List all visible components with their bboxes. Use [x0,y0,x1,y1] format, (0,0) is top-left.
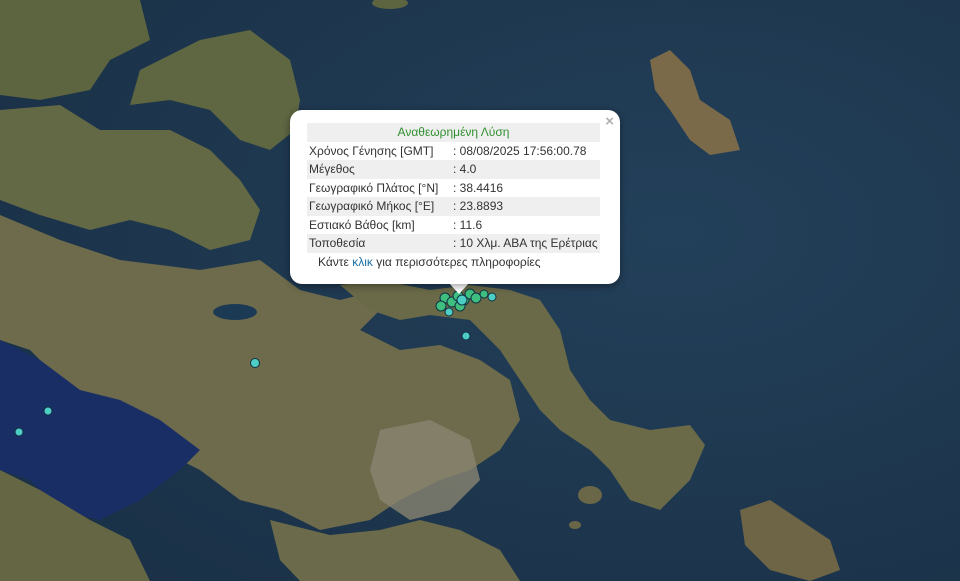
info-row-depth: Εστιακό Βάθος [km] : 11.6 [307,216,600,235]
depth-value: : 11.6 [453,217,483,232]
earthquake-marker[interactable] [14,427,24,437]
origin-time-value: : 08/08/2025 17:56:00.78 [453,143,587,158]
longitude-value: : 23.8893 [451,197,600,216]
earthquake-marker[interactable] [487,292,497,302]
more-info-prefix: Κάντε [318,255,349,269]
more-info-suffix: για περισσότερες πληροφορίες [376,255,541,269]
earthquake-marker[interactable] [461,331,471,341]
close-icon[interactable]: × [605,113,614,130]
depth-label: Εστιακό Βάθος [km] [309,217,415,232]
popup-title: Αναθεωρημένη Λύση [307,123,600,142]
latitude-label: Γεωγραφικό Πλάτος [°N] [309,180,439,195]
earthquake-marker[interactable] [456,294,468,306]
more-info-link[interactable]: κλικ [352,255,373,269]
earthquake-marker[interactable] [43,406,53,416]
location-label: Τοποθεσία [307,234,451,253]
info-row-origin-time: Χρόνος Γένησης [GMT] : 08/08/2025 17:56:… [307,142,600,161]
more-info-line: Κάντε κλικ για περισσότερες πληροφορίες [318,255,541,269]
earthquake-marker[interactable] [470,292,482,304]
magnitude-value: : 4.0 [451,160,600,179]
info-row-longitude: Γεωγραφικό Μήκος [°E] : 23.8893 [307,197,600,216]
info-row-magnitude: Μέγεθος : 4.0 [307,160,600,179]
earthquake-marker[interactable] [250,358,260,368]
location-value: : 10 Χλμ. ΑΒΑ της Ερέτριας [451,234,600,253]
earthquake-popup: × Αναθεωρημένη Λύση Χρόνος Γένησης [GMT]… [290,110,620,284]
longitude-label: Γεωγραφικό Μήκος [°E] [307,197,451,216]
info-row-location: Τοποθεσία : 10 Χλμ. ΑΒΑ της Ερέτριας [307,234,600,253]
land-islet-1 [578,486,602,504]
land-islet-2 [569,521,581,529]
popup-title-row: Αναθεωρημένη Λύση [307,123,600,142]
earthquake-marker[interactable] [479,289,489,299]
earthquake-marker[interactable] [435,300,447,312]
earthquake-info-table: Αναθεωρημένη Λύση Χρόνος Γένησης [GMT] :… [307,123,600,253]
lake [213,304,257,320]
satellite-map[interactable] [0,0,960,581]
info-row-latitude: Γεωγραφικό Πλάτος [°N] : 38.4416 [307,179,600,198]
magnitude-label: Μέγεθος [307,160,451,179]
origin-time-label: Χρόνος Γένησης [GMT] [309,143,434,158]
earthquake-marker[interactable] [444,307,454,317]
latitude-value: : 38.4416 [453,180,504,195]
